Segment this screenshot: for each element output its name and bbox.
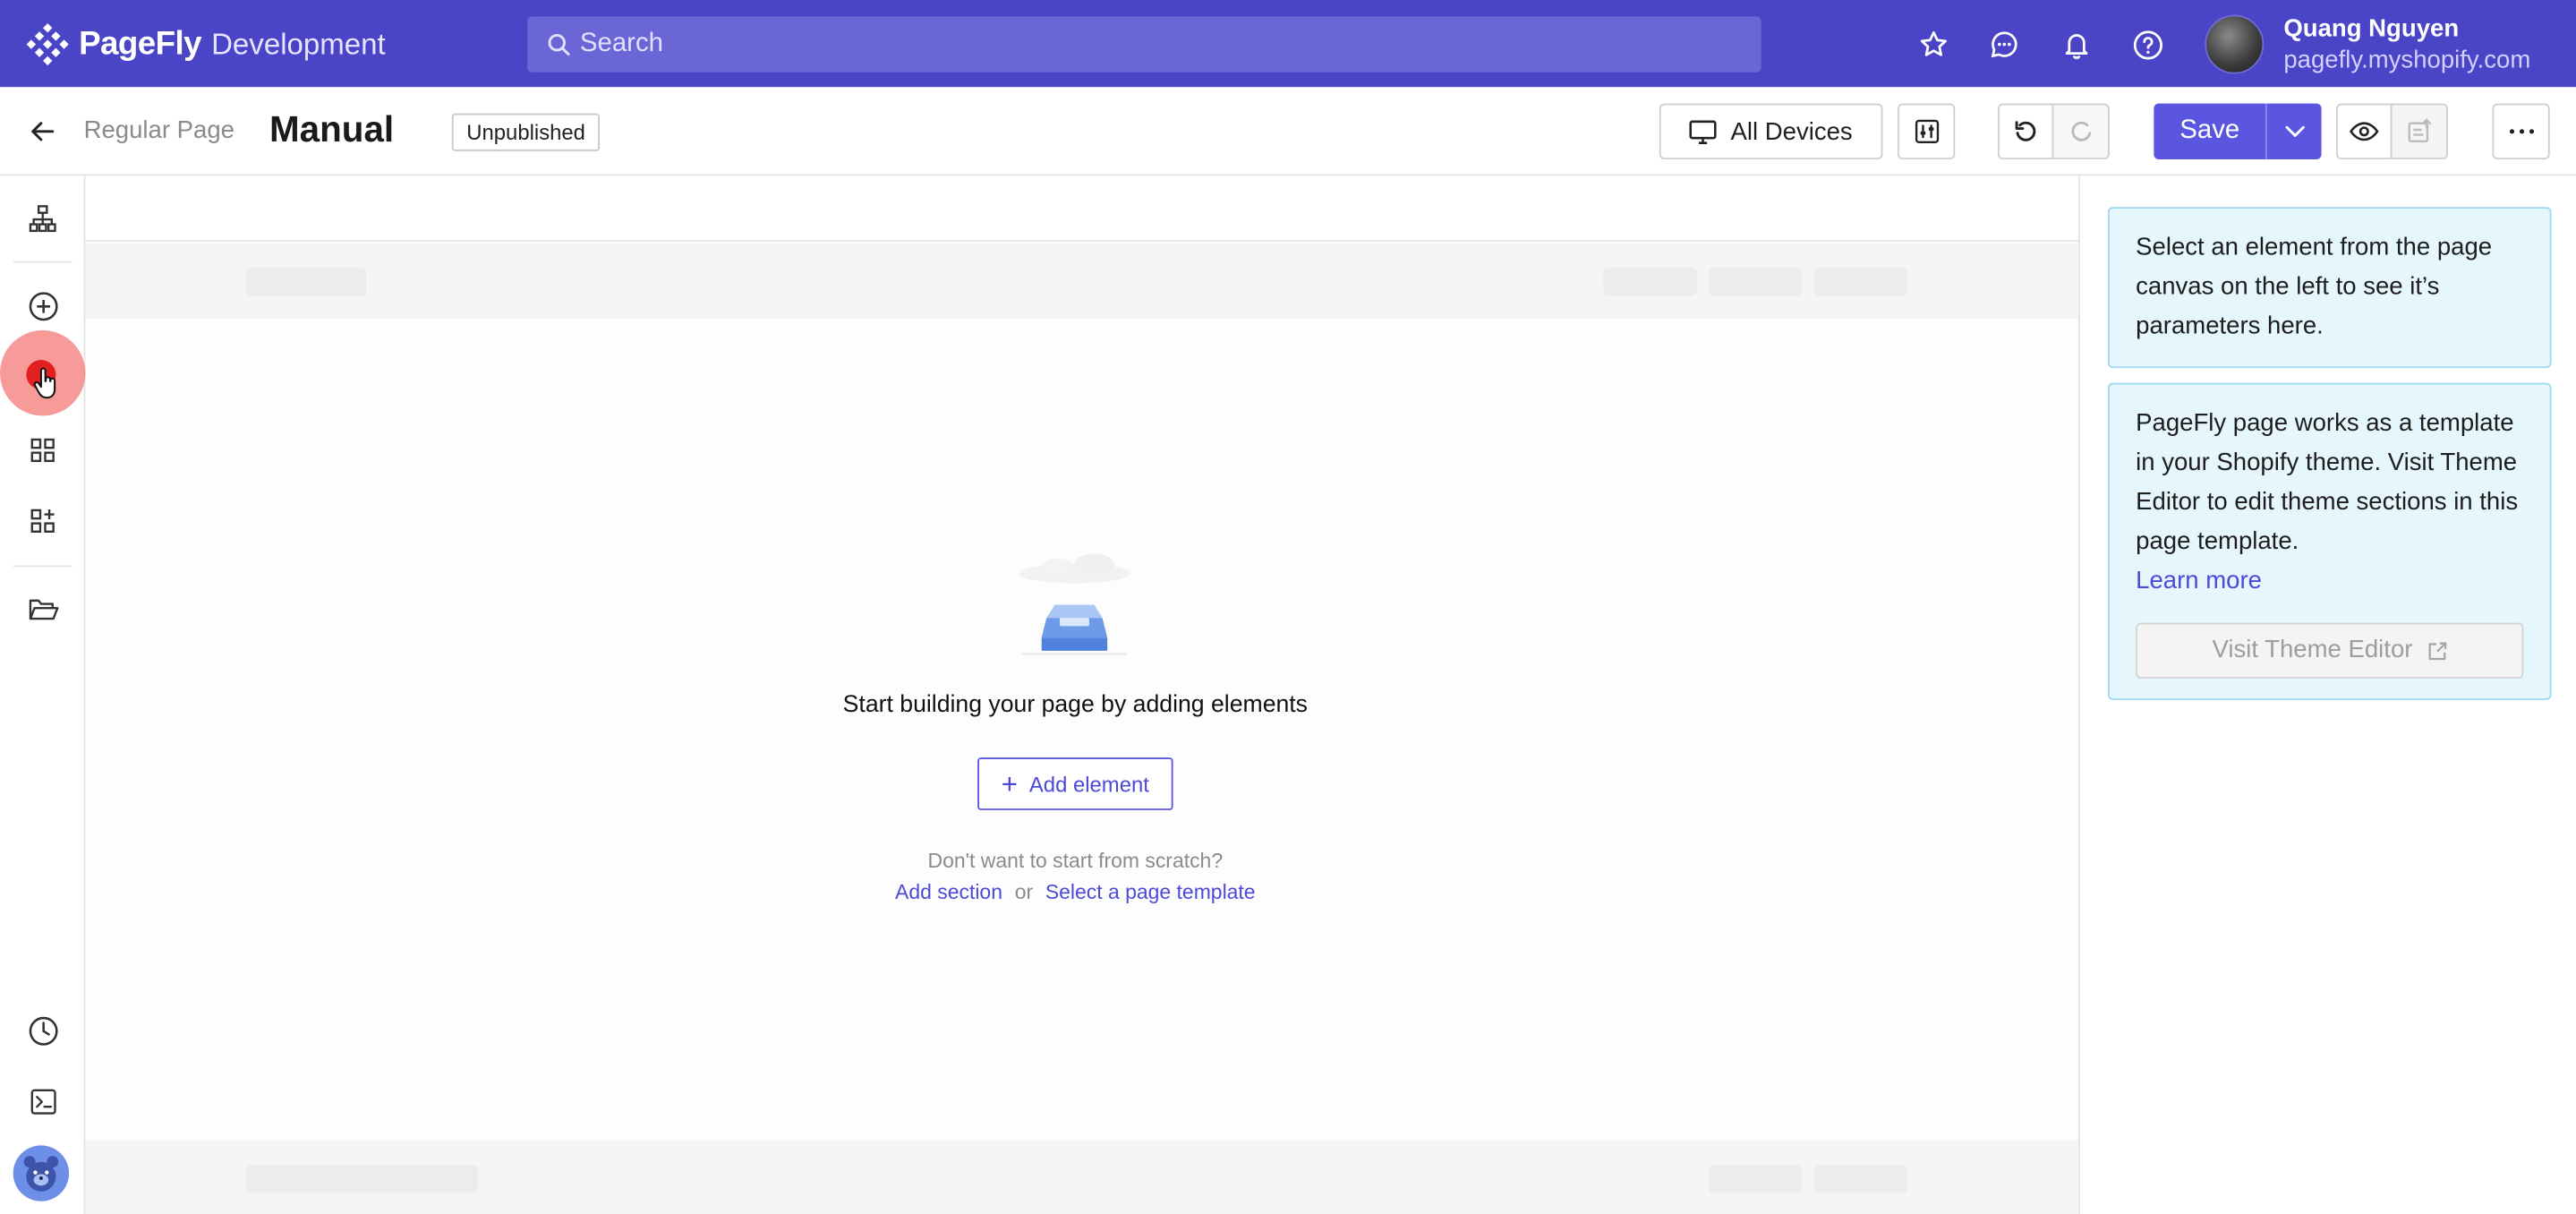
header-logo-placeholder [246, 268, 367, 296]
search-placeholder: Search [579, 30, 663, 58]
page-structure-icon[interactable] [25, 201, 61, 236]
device-selector-label: All Devices [1730, 117, 1853, 146]
preview-button[interactable] [2336, 103, 2393, 160]
add-element-label: Add element [1028, 771, 1149, 797]
visit-theme-editor-button[interactable]: Visit Theme Editor [2136, 622, 2524, 680]
footer-link-placeholder [1708, 1165, 1803, 1193]
arrow-left-icon [31, 122, 55, 141]
more-options-button[interactable] [2492, 103, 2550, 160]
theme-info-text: PageFly page works as a template in your… [2136, 409, 2519, 556]
select-template-link[interactable]: Select a page template [1045, 881, 1256, 904]
status-badge: Unpublished [451, 113, 601, 151]
pagefly-logo[interactable]: PageFly Development [26, 23, 386, 66]
theme-info-box: PageFly page works as a template in your… [2107, 382, 2552, 700]
search-input[interactable]: Search [527, 16, 1761, 73]
folder-icon[interactable] [25, 592, 61, 628]
header-nav-placeholder [1708, 268, 1803, 296]
select-element-hint: Select an element from the page canvas o… [2107, 207, 2552, 369]
canvas-top-strip [85, 175, 2078, 242]
grid-icon[interactable] [25, 432, 61, 468]
footer-link-placeholder [1813, 1165, 1908, 1193]
publish-button[interactable] [2390, 103, 2448, 160]
store-name: Development [211, 27, 386, 60]
breadcrumb[interactable]: Regular Page [84, 116, 235, 144]
footer-text-placeholder [246, 1165, 479, 1193]
device-selector-button[interactable]: All Devices [1659, 103, 1883, 160]
add-element-button[interactable]: + Add element [977, 757, 1173, 810]
left-sidebar [0, 175, 86, 1214]
more-horizontal-icon [2508, 129, 2534, 134]
header-nav-placeholder [1603, 268, 1698, 296]
page-canvas[interactable]: Start building your page by adding eleme… [85, 175, 2078, 1214]
save-button[interactable]: Save [2154, 103, 2266, 160]
plus-icon: + [1001, 768, 1019, 799]
add-section-link[interactable]: Add section [895, 881, 1002, 904]
bear-icon [23, 1156, 59, 1192]
scratch-hint: Don't want to start from scratch? [927, 849, 1224, 873]
or-text: or [1014, 880, 1034, 904]
undo-icon [2015, 121, 2036, 141]
sidebar-divider [13, 261, 73, 263]
user-name[interactable]: Quang Nguyen [2283, 15, 2459, 43]
back-button[interactable] [25, 114, 61, 150]
avatar[interactable] [2205, 14, 2265, 74]
hand-cursor-icon [33, 367, 56, 399]
pagefly-logo-icon [26, 23, 69, 66]
editor-toolbar: Regular Page Manual Unpublished All Devi… [0, 87, 2576, 176]
help-icon[interactable] [2129, 26, 2165, 62]
publish-icon [2407, 118, 2431, 143]
learn-more-link[interactable]: Learn more [2136, 567, 2262, 594]
redo-icon [2070, 121, 2091, 141]
page-settings-button[interactable] [1898, 103, 1956, 160]
visit-theme-editor-label: Visit Theme Editor [2212, 636, 2413, 664]
select-element-text: Select an element from the page canvas o… [2136, 233, 2493, 340]
inspector-panel: Select an element from the page canvas o… [2077, 175, 2576, 1214]
bell-icon[interactable] [2059, 26, 2094, 62]
add-icon[interactable] [25, 287, 61, 323]
footer-placeholder [85, 1140, 2078, 1214]
sliders-icon [1914, 119, 1939, 143]
chat-icon[interactable] [1986, 26, 2022, 62]
brand-name: PageFly [79, 25, 202, 62]
history-icon[interactable] [25, 1013, 61, 1048]
undo-button[interactable] [1997, 103, 2054, 160]
desktop-icon [1690, 119, 1718, 144]
add-block-icon[interactable] [25, 503, 61, 539]
sidebar-divider [13, 565, 73, 568]
start-options: Add section or Select a page template [85, 881, 2065, 904]
search-icon [548, 33, 570, 56]
save-options-button[interactable] [2265, 103, 2322, 160]
empty-state-title: Start building your page by adding eleme… [842, 691, 1309, 719]
page-title[interactable]: Manual [269, 108, 394, 151]
empty-inbox-illustration [1019, 553, 1130, 655]
redo-button[interactable] [2051, 103, 2110, 160]
chevron-down-icon [2284, 125, 2304, 137]
console-icon[interactable] [25, 1083, 61, 1119]
top-bar: PageFly Development Search Quang Nguyen … [0, 0, 2576, 88]
user-shop[interactable]: pagefly.myshopify.com [2283, 46, 2530, 73]
external-link-icon [2427, 641, 2446, 660]
eye-icon [2350, 122, 2379, 141]
pagefly-mascot-avatar[interactable] [13, 1145, 70, 1201]
star-icon[interactable] [1915, 26, 1951, 62]
header-placeholder [85, 243, 2078, 320]
header-nav-placeholder [1813, 268, 1908, 296]
